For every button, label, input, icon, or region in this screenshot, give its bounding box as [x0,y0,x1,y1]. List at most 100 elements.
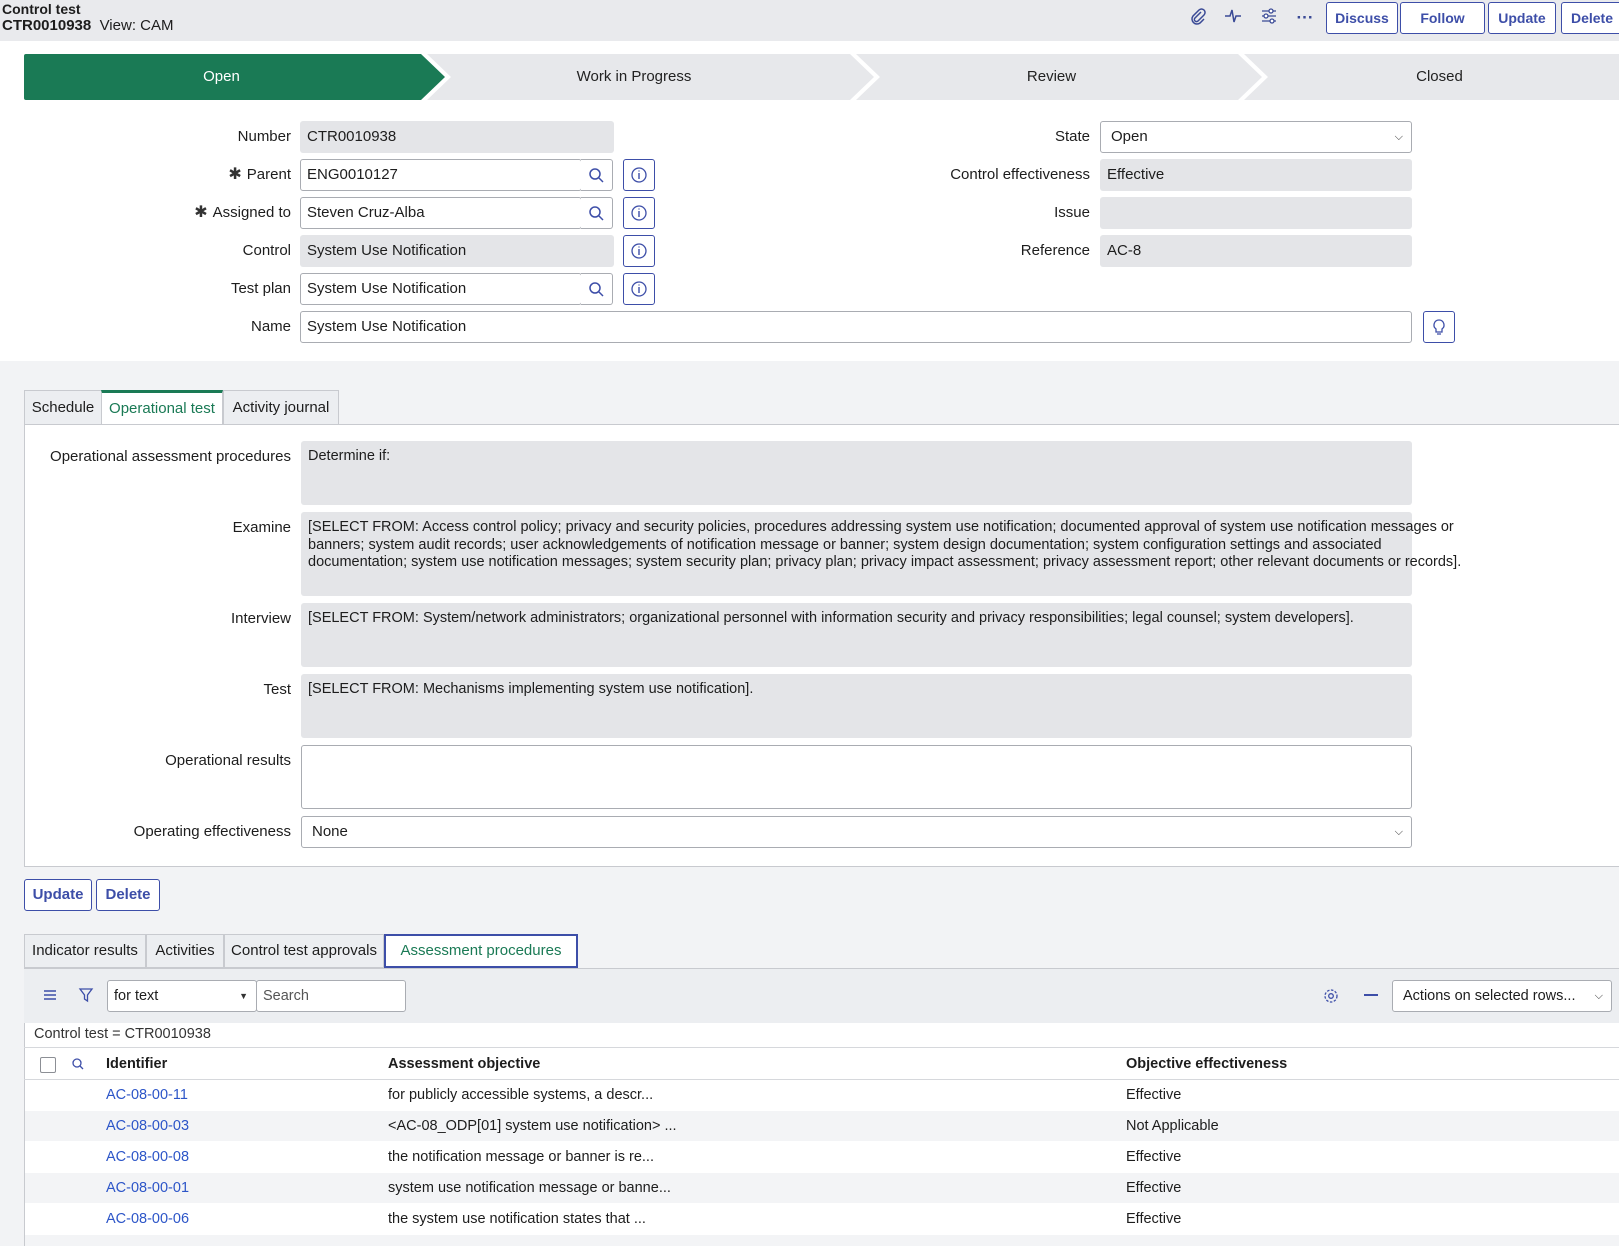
info-icon [631,281,647,297]
test-plan-label: Test plan [230,280,291,297]
column-header-identifier[interactable]: Identifier [106,1054,167,1074]
state-select[interactable]: Open ⌵ [1100,121,1412,153]
activity-glyph [1225,9,1241,23]
interview-field: [SELECT FROM: System/network administrat… [301,603,1412,667]
row-identifier-link[interactable]: AC-08-00-06 [106,1204,189,1234]
suggestion-button[interactable] [1423,311,1455,343]
row-objective: system use notification message or banne… [388,1180,671,1196]
tab-activities[interactable]: Activities [146,934,224,968]
name-label: Name [250,318,291,335]
collapse-icon[interactable] [1364,994,1378,996]
examine-line: documentation; system use notification m… [308,554,1462,570]
operational-results-label: Operational results [165,752,291,769]
search-icon [589,206,604,221]
list-settings-icon[interactable] [1322,987,1340,1005]
list-menu-icon[interactable] [42,987,58,1003]
gear-glyph [1324,989,1338,1003]
number-field: CTR0010938 [300,121,614,153]
control-effectiveness-label: Control effectiveness [950,166,1090,183]
name-field[interactable]: System Use Notification [300,311,1412,343]
row-effectiveness: Effective [1126,1087,1182,1103]
paperclip-glyph [1191,8,1206,25]
funnel-glyph [78,988,94,1003]
assigned-to-info-button[interactable] [623,197,655,229]
column-header-objective[interactable]: Assessment objective [388,1054,540,1074]
required-icon: ✱ [194,204,208,221]
row-objective: the notification message or banner is re… [388,1149,654,1165]
test-plan-lookup-button[interactable] [581,273,613,305]
table-row: AC-08-00-08 the notification message or … [25,1142,1619,1172]
list-search-input[interactable]: Search [256,980,406,1012]
info-icon [631,243,647,259]
search-field-select[interactable]: for text ▼ [107,980,257,1012]
select-all-checkbox[interactable] [40,1057,56,1073]
operating-effectiveness-select[interactable]: None ⌵ [301,816,1412,848]
test-plan-field[interactable]: System Use Notification [300,273,582,305]
hamburger-glyph [44,990,56,1000]
procedures-field: Determine if: [301,441,1412,505]
control-effectiveness-field: Effective [1100,159,1412,191]
search-glyph [72,1058,84,1070]
delete-button[interactable]: Delete [96,879,160,911]
follow-button[interactable]: Follow [1400,2,1485,34]
assigned-to-lookup-button[interactable] [581,197,613,229]
assigned-to-label: ✱ Assigned to [60,197,291,229]
actions-select[interactable]: Actions on selected rows... ⌵ [1392,980,1612,1012]
row-identifier-link[interactable]: AC-08-00-11 [106,1080,188,1110]
tab-control-test-approvals[interactable]: Control test approvals [224,934,384,968]
operational-results-field[interactable] [301,745,1412,809]
table-row [25,1235,1619,1246]
tab-activity-journal[interactable]: Activity journal [223,390,339,424]
table-row: AC-08-00-11 for publicly accessible syst… [25,1080,1619,1110]
test-plan-info-button[interactable] [623,273,655,305]
assigned-to-field[interactable]: Steven Cruz-Alba [300,197,582,229]
reference-label: Reference [1020,242,1090,259]
test-field: [SELECT FROM: Mechanisms implementing sy… [301,674,1412,738]
table-row: AC-08-00-01 system use notification mess… [25,1173,1619,1203]
tab-operational-test[interactable]: Operational test [101,390,223,424]
update-button[interactable]: Update [24,879,92,911]
row-identifier-link[interactable]: AC-08-00-01 [106,1173,189,1203]
activity-icon[interactable] [1221,7,1245,29]
tab-assessment-procedures[interactable]: Assessment procedures (11) [384,934,578,989]
info-icon [631,167,647,183]
view-name: View: CAM [99,17,174,34]
tab-indicator-results[interactable]: Indicator results [24,934,146,968]
record-type-title: Control test [2,1,81,17]
filter-icon[interactable] [78,987,94,1003]
record-subtitle: CTR0010938 View: CAM [2,17,174,34]
actions-value: Actions on selected rows... [1403,988,1576,1004]
header-update-button[interactable]: Update [1488,2,1556,34]
procedures-label: Operational assessment procedures [50,448,291,465]
search-icon [589,282,604,297]
examine-label: Examine [232,519,291,536]
row-effectiveness: Effective [1126,1211,1182,1227]
tab-schedule[interactable]: Schedule [24,390,102,424]
stage-review: Review [1026,68,1077,85]
row-identifier-link[interactable]: AC-08-00-08 [106,1142,189,1172]
column-search-icon[interactable] [70,1056,86,1072]
parent-label: ✱ Parent [60,159,291,191]
column-header-effectiveness[interactable]: Objective effectiveness [1126,1054,1287,1074]
parent-lookup-button[interactable] [581,159,613,191]
sliders-icon[interactable] [1257,7,1281,29]
parent-info-button[interactable] [623,159,655,191]
paperclip-icon[interactable] [1186,7,1210,29]
stage-open: Open [203,68,240,85]
control-info-button[interactable] [623,235,655,267]
row-identifier-link[interactable]: AC-08-00-03 [106,1111,189,1141]
operating-effectiveness-value: None [312,823,348,840]
row-objective: for publicly accessible systems, a descr… [388,1087,654,1103]
assigned-to-label-text: Assigned to [212,204,291,221]
breadcrumb: Control test = CTR0010938 [34,1026,211,1042]
state-label: State [1054,128,1090,145]
table-row: AC-08-00-06 the system use notification … [25,1204,1619,1234]
parent-field[interactable]: ENG0010127 [300,159,582,191]
issue-field [1100,197,1412,229]
header-divider [24,1047,1619,1048]
discuss-button[interactable]: Discuss [1326,2,1398,34]
header-delete-button[interactable]: Delete [1561,2,1619,34]
chevron-down-icon: ⌵ [1394,826,1403,838]
row-effectiveness: Effective [1126,1180,1182,1196]
more-icon[interactable]: ··· [1293,7,1317,29]
